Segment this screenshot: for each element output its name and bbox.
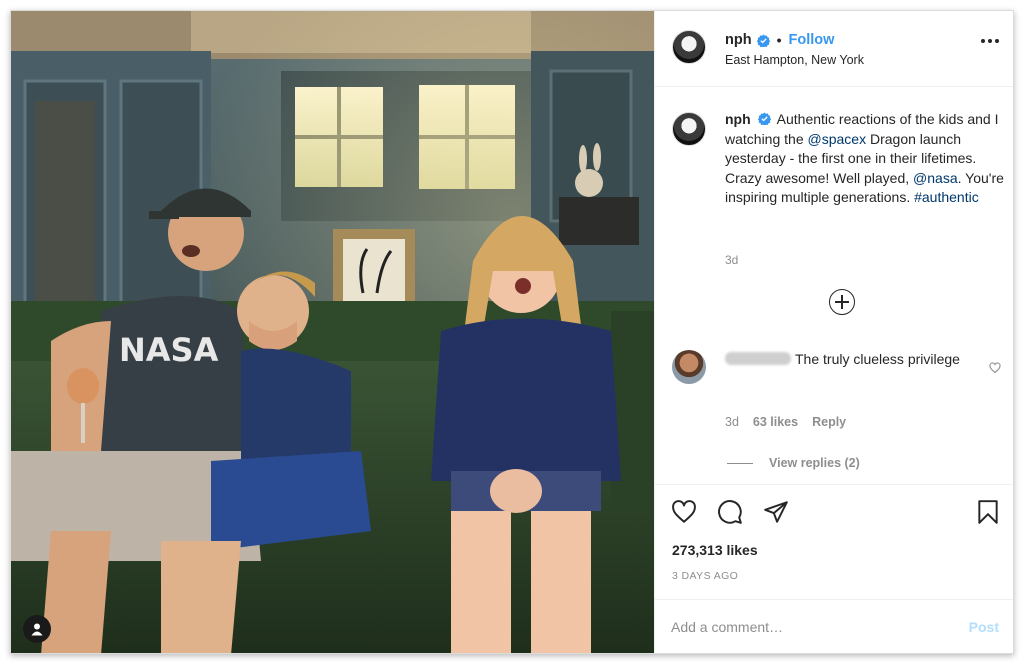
author-username[interactable]: nph: [725, 32, 752, 48]
post-comment-button[interactable]: Post: [969, 619, 999, 635]
header-separator: •: [776, 32, 782, 48]
add-comment-bar: Post: [655, 599, 1013, 653]
comment-text: The truly clueless privilege: [795, 351, 960, 367]
comment-bubble-icon[interactable]: [717, 499, 743, 525]
more-dot: [995, 39, 999, 43]
person-icon: [31, 623, 43, 636]
post-header: nph • Follow East Hampton, New York: [655, 11, 1013, 87]
post-actions: 273,313 likes 3 DAYS AGO: [655, 484, 1013, 604]
post-details-panel: nph • Follow East Hampton, New York nph: [654, 11, 1013, 653]
load-more-comments-icon[interactable]: [829, 289, 855, 315]
view-replies-button[interactable]: View replies (2): [727, 456, 860, 470]
svg-text:NASA: NASA: [119, 331, 219, 369]
follow-button[interactable]: Follow: [788, 32, 834, 48]
post-time-ago: 3 DAYS AGO: [672, 570, 739, 582]
mention-spacex-link[interactable]: @spacex: [808, 131, 867, 147]
post-location[interactable]: East Hampton, New York: [725, 53, 864, 67]
verified-badge-icon: [757, 112, 771, 125]
reply-button[interactable]: Reply: [812, 415, 846, 429]
more-dot: [981, 39, 985, 43]
post-photo-scene: NASA: [11, 11, 654, 653]
caption-author-avatar[interactable]: [672, 112, 706, 146]
more-dot: [988, 39, 992, 43]
like-heart-icon[interactable]: [671, 499, 697, 525]
caption-username[interactable]: nph: [725, 111, 751, 127]
likes-count[interactable]: 273,313 likes: [672, 542, 758, 558]
mention-nasa-link[interactable]: @nasa: [913, 170, 958, 186]
post-photo[interactable]: NASA: [11, 11, 654, 653]
author-avatar[interactable]: [672, 30, 706, 64]
view-replies-label: View replies (2): [769, 456, 860, 470]
comment-likes[interactable]: 63 likes: [753, 415, 798, 429]
commenter-avatar[interactable]: [672, 350, 706, 384]
comment-timestamp: 3d: [725, 415, 739, 429]
comment-body: The truly clueless privilege: [725, 350, 965, 370]
share-paper-plane-icon[interactable]: [763, 499, 789, 525]
caption-text: nph Authentic reactions of the kids and …: [725, 110, 1005, 208]
hashtag-authentic-link[interactable]: #authentic: [914, 189, 979, 205]
header-user-row: nph • Follow: [725, 32, 834, 48]
add-comment-input[interactable]: [671, 614, 931, 640]
commenter-username-blurred[interactable]: [725, 352, 791, 365]
tagged-users-button[interactable]: [23, 615, 51, 643]
more-options-icon[interactable]: [981, 39, 999, 43]
save-bookmark-icon[interactable]: [975, 499, 1001, 525]
comment-like-heart-icon[interactable]: [989, 362, 1001, 374]
comment-meta: 3d 63 likes Reply: [725, 415, 846, 429]
verified-badge-icon: [756, 34, 770, 47]
action-icons-row: [671, 499, 789, 525]
replies-divider-line: [727, 462, 753, 464]
instagram-post-window: NASA nph • Follow East Hampton, New York…: [10, 10, 1014, 654]
caption-timestamp: 3d: [725, 253, 739, 267]
